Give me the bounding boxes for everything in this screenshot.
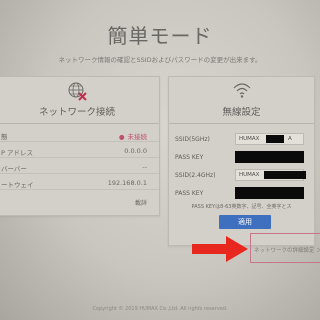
network-panel-title: ネットワーク接続 (38, 107, 115, 118)
network-row-ip: P アドレス 0.0.0.0 (0, 143, 159, 158)
page-subtitle: ネットワーク情報の確認とSSIDおよびパスワードの変更が出来ます。 (58, 56, 262, 64)
ssid5-row: SSID(5GHz) HUMAX A (173, 131, 308, 147)
screen: 簡単モード ネットワーク情報の確認とSSIDおよびパスワードの変更が出来ます。 … (0, 0, 320, 320)
server-label: バーバー (1, 165, 27, 173)
passkey2-label: PASS KEY (175, 190, 204, 197)
passkey2-input[interactable] (235, 187, 304, 199)
wireless-panel-title: 無線設定 (222, 107, 261, 118)
network-row-server: バーバー -- (0, 159, 159, 174)
ssid5-input[interactable]: HUMAX A (235, 133, 304, 145)
ssid5-redaction (266, 135, 284, 143)
passkey2-row: PASS KEY (173, 185, 308, 201)
status-dot-icon: ● (118, 133, 125, 141)
gateway-value: 192.168.0.1 (107, 179, 147, 187)
wireless-panel: 無線設定 SSID(5GHz) HUMAX A PASS KEY SSID(2.… (168, 76, 315, 246)
status-value: ● 未接続 (118, 133, 147, 141)
wireless-panel-header: 無線設定 (169, 77, 314, 124)
page-title: 簡単モード (107, 24, 213, 48)
apply-button[interactable]: 適用 (219, 215, 271, 229)
advanced-settings-label: ネットワークの詳細設定 ＞ (254, 248, 320, 254)
red-arrow-icon (192, 236, 250, 266)
network-row-gateway: ートウェイ 192.168.0.1 (0, 175, 159, 190)
passkey1-row: PASS KEY (173, 149, 308, 165)
ssid24-input[interactable]: HUMAX (235, 169, 306, 181)
network-row-status: 態 ● 未接続 (0, 127, 159, 142)
wifi-icon (232, 81, 252, 103)
advanced-settings-link[interactable]: ネットワークの詳細設定 ＞ (250, 233, 320, 263)
ssid24-redaction (264, 171, 306, 179)
ip-value: 0.0.0.0 (124, 147, 147, 155)
footer-copyright: Copyright © 2019 HUMAX Co.,Ltd. All righ… (92, 306, 228, 312)
network-panel: ネットワーク接続 態 ● 未接続 P アドレス 0.0.0.0 バーバー -- ー… (0, 76, 160, 216)
globe-with-x-icon (67, 81, 87, 105)
status-label: 態 (1, 133, 8, 141)
gateway-label: ートウェイ (1, 181, 34, 189)
server-value: -- (142, 163, 147, 171)
passkey1-label: PASS KEY (175, 154, 204, 161)
passkey-note: PASS KEYは8-63英数字、記号、全英字とス (191, 204, 292, 210)
passkey1-input[interactable] (235, 151, 304, 163)
ssid24-row: SSID(2.4GHz) HUMAX (173, 167, 308, 183)
network-detail-link[interactable]: 載詳 (135, 198, 147, 207)
ssid5-label: SSID(5GHz) (175, 136, 210, 143)
ip-label: P アドレス (1, 149, 33, 157)
ssid24-label: SSID(2.4GHz) (175, 172, 216, 179)
network-panel-header: ネットワーク接続 (0, 77, 159, 124)
